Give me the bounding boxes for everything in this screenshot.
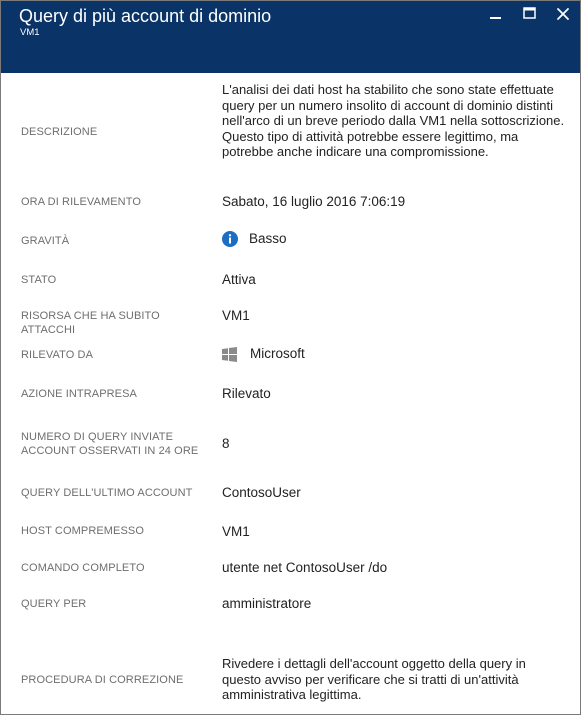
numero-query-value: 8 xyxy=(222,436,230,451)
blade-header: Query di più account di dominio VM1 xyxy=(1,1,580,73)
query-per-label: QUERY PER xyxy=(21,598,87,610)
risorsa-label: RISORSA CHE HA SUBITO ATTACCHI xyxy=(21,310,160,336)
stato-label: STATO xyxy=(21,274,57,286)
rilevato-da-label: RILEVATO DA xyxy=(21,349,94,361)
descrizione-label: DESCRIZIONE xyxy=(21,126,98,138)
maximize-icon xyxy=(523,7,536,19)
descrizione-value: L'analisi dei dati host ha stabilito che… xyxy=(222,82,565,159)
alert-blade: Query di più account di dominio VM1 DESC… xyxy=(0,0,581,715)
close-button[interactable] xyxy=(554,5,572,23)
azione-value: Rilevato xyxy=(222,386,271,401)
risorsa-value: VM1 xyxy=(222,308,250,323)
host-label: HOST COMPREMESSO xyxy=(21,525,145,537)
stato-value: Attiva xyxy=(222,272,256,287)
ora-value: Sabato, 16 luglio 2016 7:06:19 xyxy=(222,194,406,209)
close-icon xyxy=(557,8,569,20)
gravita-value: Basso xyxy=(249,231,287,246)
ultimo-account-label: QUERY DELL'ULTIMO ACCOUNT xyxy=(21,487,193,499)
host-value: VM1 xyxy=(222,524,250,539)
ultimo-account-value: ContosoUser xyxy=(222,485,301,500)
minimize-button[interactable] xyxy=(487,5,505,23)
gravita-value-wrap: Basso xyxy=(222,231,567,247)
numero-query-label: NUMERO DI QUERY INVIATE ACCOUNT OSSERVAT… xyxy=(21,430,211,458)
query-per-value: amministratore xyxy=(222,596,312,611)
minimize-icon xyxy=(490,17,501,19)
maximize-button[interactable] xyxy=(521,5,539,23)
blade-subtitle: VM1 xyxy=(20,27,40,38)
numero-query-label-line1: NUMERO DI QUERY INVIATE xyxy=(21,431,174,443)
info-icon xyxy=(222,231,238,247)
procedura-label: PROCEDURA DI CORREZIONE xyxy=(21,674,184,686)
blade-title: Query di più account di dominio xyxy=(19,6,272,26)
numero-query-label-line2: ACCOUNT OSSERVATI IN 24 ORE xyxy=(21,445,199,457)
comando-label: COMANDO COMPLETO xyxy=(21,562,145,574)
windows-logo-icon xyxy=(222,346,237,362)
gravita-label: GRAVITÀ xyxy=(21,235,70,247)
rilevato-da-value-wrap: Microsoft xyxy=(222,346,567,362)
rilevato-da-value: Microsoft xyxy=(250,346,305,361)
comando-value: utente net ContosoUser /do xyxy=(222,560,388,575)
procedura-value: Rivedere i dettagli dell'account oggetto… xyxy=(222,656,526,702)
ora-label: ORA DI RILEVAMENTO xyxy=(21,196,141,208)
azione-label: AZIONE INTRAPRESA xyxy=(21,388,137,400)
